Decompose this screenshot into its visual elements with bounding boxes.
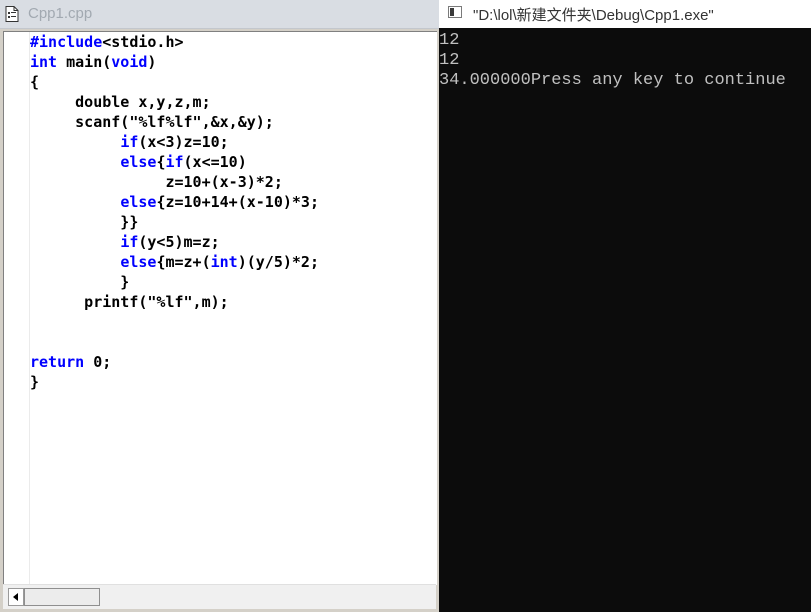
code-text: (x<3)z=10;	[138, 133, 229, 151]
code-editor[interactable]: #include<stdio.h> int main(void){ double …	[3, 31, 437, 585]
code-line: return 0;	[30, 352, 319, 372]
code-text: }	[30, 373, 40, 391]
scrollbar-thumb[interactable]	[24, 588, 100, 606]
code-line: }	[30, 272, 319, 292]
code-line: if(y<5)m=z;	[30, 232, 319, 252]
code-keyword: void	[111, 53, 148, 71]
scroll-left-button[interactable]	[8, 588, 24, 606]
code-text: scanf("%lf%lf",&x,&y);	[30, 113, 274, 131]
horizontal-scrollbar[interactable]	[3, 584, 436, 609]
console-title: "D:\lol\新建文件夹\Debug\Cpp1.exe"	[473, 7, 714, 24]
code-line: if(x<3)z=10;	[30, 132, 319, 152]
code-text: (y<5)m=z;	[138, 233, 220, 251]
code-text: )	[147, 53, 157, 71]
editor-title-bar[interactable]: Cpp1.cpp	[0, 0, 439, 29]
code-line: else{if(x<=10)	[30, 152, 319, 172]
code-line: else{m=z+(int)(y/5)*2;	[30, 252, 319, 272]
code-text: }}	[30, 213, 139, 231]
document-icon	[5, 6, 19, 22]
console-title-bar[interactable]: "D:\lol\新建文件夹\Debug\Cpp1.exe"	[439, 0, 811, 28]
code-keyword: if	[120, 233, 139, 251]
code-text: {z=10+14+(x-10)*3;	[156, 193, 319, 211]
code-line: z=10+(x-3)*2;	[30, 172, 319, 192]
code-text: double x,y,z,m;	[30, 93, 211, 111]
code-keyword: if	[120, 133, 139, 151]
code-line: {	[30, 72, 319, 92]
code-text: <stdio.h>	[102, 33, 184, 51]
code-keyword: int	[210, 253, 238, 271]
code-keyword: return	[30, 353, 85, 371]
console-output: 12 12 34.000000Press any key to continue	[439, 31, 811, 91]
console-window[interactable]: "D:\lol\新建文件夹\Debug\Cpp1.exe" 12 12 34.000…	[439, 0, 811, 612]
code-line: double x,y,z,m;	[30, 92, 319, 112]
code-text: printf("%lf",m);	[30, 293, 229, 311]
code-line: printf("%lf",m);	[30, 292, 319, 312]
left-arrow-icon	[13, 593, 18, 601]
code-text: )(y/5)*2;	[237, 253, 319, 271]
code-line: }}	[30, 212, 319, 232]
code-keyword: #include	[30, 33, 103, 51]
code-text: main(	[57, 53, 112, 71]
code-line: else{z=10+14+(x-10)*3;	[30, 192, 319, 212]
console-line: 12	[439, 31, 460, 50]
code-keyword: else	[120, 193, 157, 211]
code-text: }	[30, 273, 130, 291]
code-line: int main(void)	[30, 52, 319, 72]
source-code[interactable]: #include<stdio.h> int main(void){ double …	[30, 32, 319, 392]
code-line: }	[30, 372, 319, 392]
console-line: 12	[439, 51, 460, 70]
code-text: z=10+(x-3)*2;	[30, 173, 283, 191]
console-line: 34.000000Press any key to continue	[439, 71, 786, 90]
code-text: {m=z+(	[156, 253, 211, 271]
editor-title: Cpp1.cpp	[28, 5, 93, 22]
code-text: (x<=10)	[183, 153, 247, 171]
code-keyword: int	[30, 53, 58, 71]
code-line: #include<stdio.h>	[30, 32, 319, 52]
code-line: scanf("%lf%lf",&x,&y);	[30, 112, 319, 132]
code-keyword: if	[165, 153, 184, 171]
code-keyword: else	[120, 153, 157, 171]
code-text: 0;	[84, 353, 112, 371]
code-text: {	[30, 73, 40, 91]
console-window-icon	[448, 6, 462, 18]
editor-window: Cpp1.cpp #include<stdio.h> int main(void)…	[0, 0, 439, 612]
editor-gutter	[4, 32, 30, 585]
code-keyword: else	[120, 253, 157, 271]
